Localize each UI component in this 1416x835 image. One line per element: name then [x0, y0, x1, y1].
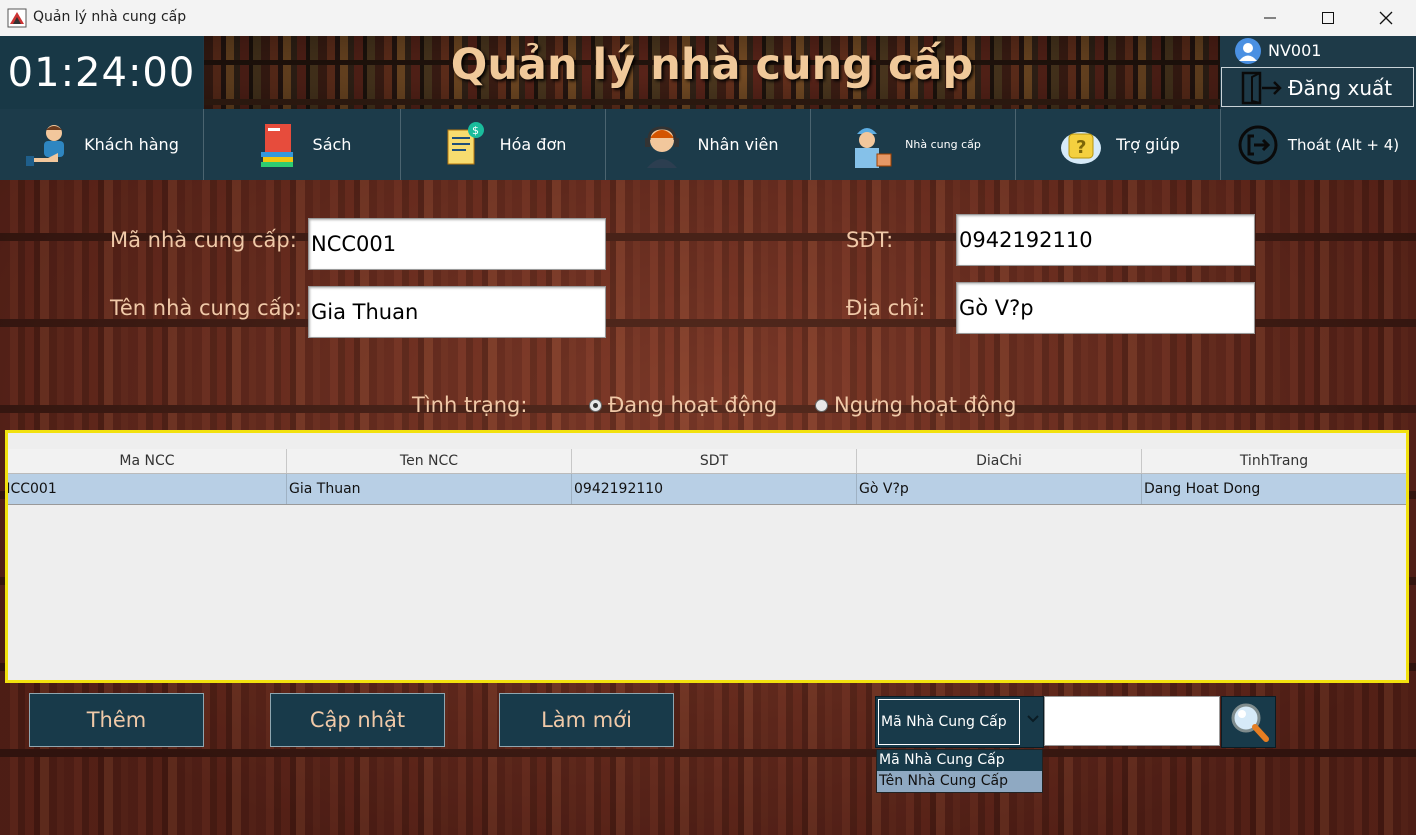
add-button[interactable]: Thêm	[29, 693, 204, 747]
close-window-button[interactable]	[1357, 0, 1415, 36]
refresh-button[interactable]: Làm mới	[499, 693, 674, 747]
window-title: Quản lý nhà cung cấp	[33, 9, 187, 25]
header: 01:24:00 Quản lý nhà cung cấp NV001 Đăng…	[0, 36, 1416, 109]
banner: Quản lý nhà cung cấp	[204, 36, 1220, 109]
search-field-selected: Mã Nhà Cung Cấp	[878, 699, 1020, 745]
supplier-icon	[855, 127, 892, 168]
column-header[interactable]: SDT	[572, 449, 857, 473]
maximize-icon	[1322, 12, 1334, 24]
svg-text:?: ?	[1076, 137, 1086, 158]
minimize-icon	[1264, 17, 1276, 19]
table-cell: 0942192110	[572, 474, 857, 504]
svg-text:$: $	[472, 124, 479, 137]
radio-selected-icon	[589, 398, 602, 412]
chevron-down-icon	[1027, 715, 1039, 723]
status-inactive-label: Ngưng hoạt động	[834, 393, 1017, 417]
page-title: Quản lý nhà cung cấp	[450, 40, 974, 90]
main-nav: Khách hàng Sách $ Hóa đơn Nhân viên Nhà …	[0, 109, 1416, 180]
exit-icon	[1238, 125, 1278, 164]
address-label: Địa chỉ:	[846, 296, 926, 320]
nav-label: Hóa đơn	[499, 135, 567, 154]
nav-customers[interactable]: Khách hàng	[0, 109, 204, 180]
table-header: Ma NCC Ten NCC SDT DiaChi TinhTrang	[8, 449, 1406, 474]
help-icon: ?	[1061, 131, 1102, 164]
search-field-select[interactable]: Mã Nhà Cung Cấp	[875, 696, 1044, 748]
nav-label: Trợ giúp	[1116, 135, 1180, 154]
supplier-name-field[interactable]: Gia Thuan	[308, 286, 606, 338]
status-active-label: Đang hoạt động	[608, 393, 778, 417]
nav-label: Thoát (Alt + 4)	[1287, 135, 1400, 154]
column-header[interactable]: TinhTrang	[1142, 449, 1406, 473]
logout-icon	[1241, 71, 1282, 105]
search-input[interactable]	[1044, 696, 1220, 746]
table-cell: Dang Hoat Dong	[1144, 481, 1261, 497]
supplier-table[interactable]: Ma NCC Ten NCC SDT DiaChi TinhTrang NCC0…	[8, 449, 1406, 680]
status-inactive-radio[interactable]: Ngưng hoạt động	[815, 393, 1016, 417]
user-avatar-icon	[1235, 38, 1261, 64]
address-field[interactable]: Gò V?p	[956, 282, 1255, 334]
logout-label: Đăng xuất	[1288, 76, 1393, 100]
nav-label: Nhà cung cấp	[905, 138, 981, 151]
table-cell: NCC001	[8, 474, 287, 504]
column-header[interactable]: Ten NCC	[287, 449, 572, 473]
nav-books[interactable]: Sách	[204, 109, 401, 180]
nav-label: Sách	[312, 135, 352, 154]
user-id: NV001	[1268, 41, 1322, 60]
window-title-bar: Quản lý nhà cung cấp	[0, 0, 1416, 37]
dropdown-option[interactable]: Mã Nhà Cung Cấp	[877, 750, 1042, 771]
phone-field[interactable]: 0942192110	[956, 214, 1255, 266]
column-header[interactable]: DiaChi	[857, 449, 1142, 473]
supplier-code-label: Mã nhà cung cấp:	[110, 228, 297, 252]
nav-employees[interactable]: Nhân viên	[606, 109, 811, 180]
phone-label: SĐT:	[846, 228, 894, 252]
nav-label: Nhân viên	[697, 135, 779, 154]
column-header[interactable]: Ma NCC	[8, 449, 287, 473]
table-cell: Gia Thuan	[287, 474, 572, 504]
clock: 01:24:00	[0, 36, 203, 109]
update-button[interactable]: Cập nhật	[270, 693, 445, 747]
table-row[interactable]: NCC001 Gia Thuan 0942192110 Gò V?p Dang …	[8, 474, 1406, 505]
nav-suppliers[interactable]: Nhà cung cấp	[811, 109, 1016, 180]
main-panel: Mã nhà cung cấp: NCC001 Tên nhà cung cấp…	[0, 180, 1416, 835]
user-info: NV001	[1221, 36, 1416, 66]
nav-exit[interactable]: Thoát (Alt + 4)	[1221, 109, 1416, 180]
minimize-button[interactable]	[1241, 0, 1299, 36]
books-icon	[260, 123, 293, 167]
search-button[interactable]	[1221, 696, 1276, 748]
search-icon	[1231, 703, 1269, 742]
supplier-table-highlight: Ma NCC Ten NCC SDT DiaChi TinhTrang NCC0…	[5, 430, 1409, 683]
nav-help[interactable]: ? Trợ giúp	[1016, 109, 1221, 180]
close-icon	[1379, 11, 1393, 25]
java-app-icon	[7, 8, 27, 28]
nav-invoices[interactable]: $ Hóa đơn	[401, 109, 606, 180]
nav-label: Khách hàng	[84, 135, 179, 154]
supplier-name-label: Tên nhà cung cấp:	[110, 296, 302, 320]
radio-unselected-icon	[815, 398, 828, 412]
logout-button[interactable]: Đăng xuất	[1221, 67, 1414, 107]
status-active-radio[interactable]: Đang hoạt động	[589, 393, 777, 417]
search-field-dropdown: Mã Nhà Cung Cấp Tên Nhà Cung Cấp	[876, 749, 1043, 793]
maximize-button[interactable]	[1299, 0, 1357, 36]
customer-icon	[26, 124, 65, 166]
table-cell: Gò V?p	[857, 474, 1142, 504]
employee-icon	[645, 125, 680, 168]
supplier-code-field[interactable]: NCC001	[308, 218, 606, 270]
dropdown-option[interactable]: Tên Nhà Cung Cấp	[877, 771, 1042, 792]
invoice-icon: $	[447, 121, 484, 164]
status-label: Tình trạng:	[412, 393, 528, 417]
